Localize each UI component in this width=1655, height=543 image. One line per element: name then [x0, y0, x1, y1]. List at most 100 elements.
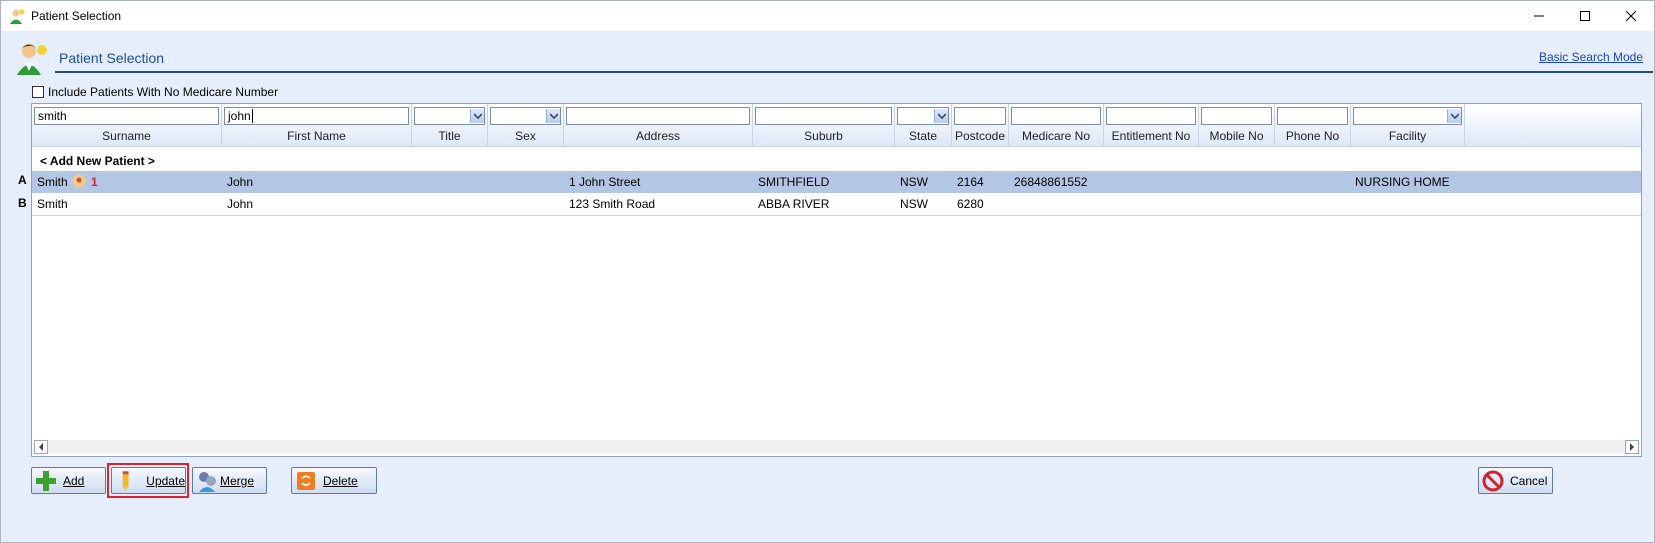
suburb-cell: ABBA RIVER: [758, 197, 830, 211]
recycle-bin-icon: [297, 471, 315, 490]
facility-column-header[interactable]: Facility: [1351, 129, 1464, 143]
suburb-column-header[interactable]: Suburb: [753, 129, 894, 143]
sex-column-header[interactable]: Sex: [488, 129, 563, 143]
minimize-icon: [1534, 15, 1544, 17]
merge-button-label: Merge: [220, 473, 255, 488]
patient-selection-window: Patient Selection Patient Selection Basi…: [0, 0, 1655, 543]
include-no-medicare-checkbox[interactable]: [32, 86, 44, 98]
filter-mobile-no: Mobile No: [1199, 104, 1275, 146]
state-filter-select[interactable]: [897, 107, 949, 125]
postcode-cell: 6280: [957, 197, 984, 211]
window-title: Patient Selection: [31, 9, 122, 23]
state-column-header[interactable]: State: [895, 129, 951, 143]
delete-button[interactable]: Delete: [291, 467, 377, 494]
no-entry-icon: [1482, 470, 1504, 491]
filter-row: smith Surname john First Name Title Sex …: [32, 104, 1641, 147]
patient-grid: smith Surname john First Name Title Sex …: [31, 103, 1642, 457]
patient-row-a[interactable]: Smith 1 John 1 John Street SMITHFIELD NS…: [32, 171, 1641, 193]
filter-title: Title: [412, 104, 488, 146]
surname-filter-input[interactable]: smith: [34, 107, 219, 125]
merge-button[interactable]: Merge: [192, 467, 267, 494]
text-cursor: [251, 109, 253, 123]
basic-search-mode-link[interactable]: Basic Search Mode: [1539, 50, 1643, 64]
minimize-button[interactable]: [1516, 1, 1562, 31]
maximize-button[interactable]: [1562, 1, 1608, 31]
alert-count-badge: 1: [91, 175, 98, 189]
add-button[interactable]: Add: [31, 467, 106, 494]
address-column-header[interactable]: Address: [564, 129, 752, 143]
phone-no-filter-input[interactable]: [1277, 107, 1348, 125]
scroll-left-arrow-icon[interactable]: [34, 440, 48, 454]
maximize-icon: [1580, 11, 1590, 21]
filter-suburb: Suburb: [753, 104, 895, 146]
title-bar: Patient Selection: [1, 1, 1654, 31]
postcode-column-header[interactable]: Postcode: [952, 129, 1008, 143]
filter-medicare-no: Medicare No: [1009, 104, 1104, 146]
chevron-down-icon[interactable]: [1447, 109, 1461, 123]
row-label-b: B: [18, 196, 27, 210]
address-cell: 123 Smith Road: [569, 197, 656, 211]
first-name-filter-value: john: [228, 109, 251, 123]
update-highlight-box: [107, 463, 189, 498]
patient-icon: [17, 44, 47, 75]
chevron-down-icon[interactable]: [470, 109, 484, 123]
medicare-no-column-header[interactable]: Medicare No: [1009, 129, 1103, 143]
row-label-a: A: [18, 173, 27, 187]
suburb-cell: SMITHFIELD: [758, 175, 830, 189]
include-no-medicare-label: Include Patients With No Medicare Number: [48, 85, 279, 99]
cancel-button-label: Cancel: [1510, 473, 1548, 488]
medicare-no-filter-input[interactable]: [1011, 107, 1101, 125]
patient-alert-icon: [72, 174, 86, 188]
address-cell: 1 John Street: [569, 175, 641, 189]
filter-surname: smith Surname: [32, 104, 222, 146]
page-header: Patient Selection Basic Search Mode: [13, 41, 1653, 75]
surname-cell: Smith: [37, 175, 68, 189]
include-no-medicare-option[interactable]: Include Patients With No Medicare Number: [32, 85, 278, 99]
facility-cell: NURSING HOME: [1355, 175, 1450, 189]
filter-state: State: [895, 104, 952, 146]
surname-column-header[interactable]: Surname: [32, 129, 221, 143]
entitlement-no-column-header[interactable]: Entitlement No: [1104, 129, 1198, 143]
postcode-filter-input[interactable]: [954, 107, 1006, 125]
first-name-cell: John: [227, 175, 254, 189]
state-cell: NSW: [900, 197, 928, 211]
filter-facility: Facility: [1351, 104, 1465, 146]
sex-filter-select[interactable]: [490, 107, 561, 125]
scroll-right-arrow-icon[interactable]: [1625, 440, 1639, 454]
chevron-down-icon[interactable]: [934, 109, 948, 123]
page-title: Patient Selection: [59, 50, 165, 66]
mobile-no-filter-input[interactable]: [1201, 107, 1272, 125]
title-filter-select[interactable]: [414, 107, 485, 125]
close-window-button[interactable]: [1608, 1, 1654, 31]
first-name-cell: John: [227, 197, 254, 211]
filter-address: Address: [564, 104, 753, 146]
mobile-no-column-header[interactable]: Mobile No: [1199, 129, 1274, 143]
merge-users-icon: [199, 471, 216, 492]
surname-cell: Smith: [37, 197, 68, 211]
plus-icon: [36, 470, 56, 491]
filter-entitlement-no: Entitlement No: [1104, 104, 1199, 146]
facility-filter-select[interactable]: [1353, 107, 1462, 125]
first-name-column-header[interactable]: First Name: [222, 129, 411, 143]
add-button-label: Add: [63, 473, 85, 488]
header-divider: [55, 71, 1653, 73]
entitlement-no-filter-input[interactable]: [1106, 107, 1196, 125]
delete-button-label: Delete: [323, 473, 358, 488]
postcode-cell: 2164: [957, 175, 984, 189]
filter-sex: Sex: [488, 104, 564, 146]
chevron-down-icon[interactable]: [546, 109, 560, 123]
add-new-patient-row[interactable]: < Add New Patient >: [40, 154, 155, 168]
suburb-filter-input[interactable]: [755, 107, 892, 125]
address-filter-input[interactable]: [566, 107, 750, 125]
patient-row-b[interactable]: Smith John 123 Smith Road ABBA RIVER NSW…: [32, 193, 1641, 216]
horizontal-scrollbar[interactable]: [34, 440, 1639, 454]
filter-first-name: john First Name: [222, 104, 412, 146]
cancel-button[interactable]: Cancel: [1478, 467, 1553, 494]
close-icon: [1626, 11, 1636, 21]
filter-postcode: Postcode: [952, 104, 1009, 146]
title-column-header[interactable]: Title: [412, 129, 487, 143]
first-name-filter-input[interactable]: john: [224, 107, 409, 125]
phone-no-column-header[interactable]: Phone No: [1275, 129, 1350, 143]
patient-app-icon: [10, 9, 25, 24]
window-controls: [1516, 1, 1654, 31]
